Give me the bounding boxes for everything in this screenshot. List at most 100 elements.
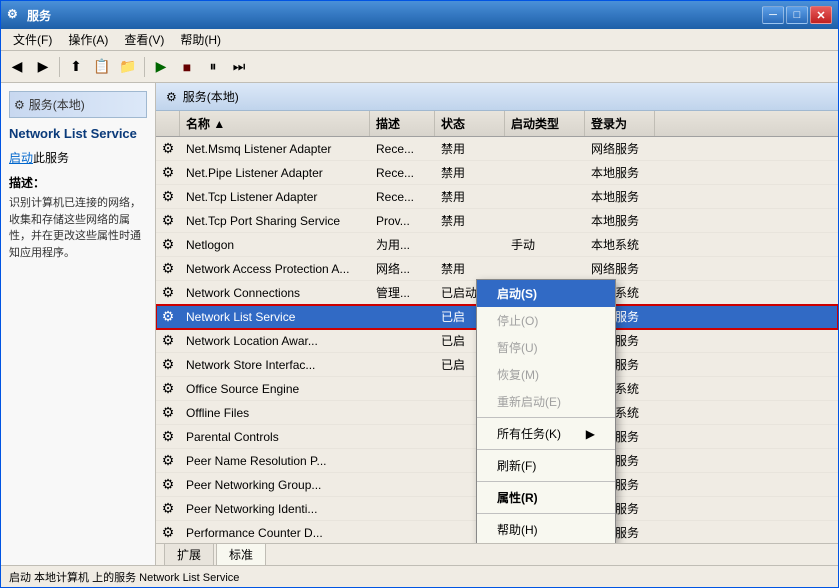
row-name: Peer Networking Identi... — [180, 497, 370, 520]
context-menu-all-tasks[interactable]: 所有任务(K) ▶ — [477, 420, 615, 447]
col-name[interactable]: 名称 ▲ — [180, 111, 370, 136]
menu-help[interactable]: 帮助(H) — [172, 29, 229, 50]
row-logon: 本地服务 — [585, 209, 655, 232]
services-table[interactable]: 名称 ▲ 描述 状态 启动类型 登录为 ⚙ Net.Msmq Listener … — [156, 111, 838, 543]
col-startup[interactable]: 启动类型 — [505, 111, 585, 136]
restart-button[interactable]: ⏭ — [227, 55, 251, 79]
table-row[interactable]: ⚙ Net.Tcp Port Sharing Service Prov... 禁… — [156, 209, 838, 233]
tab-standard[interactable]: 标准 — [216, 543, 266, 565]
context-menu-stop[interactable]: 停止(O) — [477, 307, 615, 334]
window-controls: ─ □ ✕ — [762, 6, 832, 24]
row-desc: Rece... — [370, 161, 435, 184]
col-logon[interactable]: 登录为 — [585, 111, 655, 136]
row-name: Peer Name Resolution P... — [180, 449, 370, 472]
folder-button[interactable]: 📁 — [116, 55, 140, 79]
row-desc — [370, 353, 435, 376]
title-bar: ⚙ 服务 ─ □ ✕ — [1, 1, 838, 29]
row-logon: 本地服务 — [585, 185, 655, 208]
row-name: Office Source Engine — [180, 377, 370, 400]
table-header: 名称 ▲ 描述 状态 启动类型 登录为 — [156, 111, 838, 137]
forward-button[interactable]: ▶ — [31, 55, 55, 79]
description-label: 描述： — [9, 174, 147, 191]
row-name: Netlogon — [180, 233, 370, 256]
row-name: Net.Tcp Listener Adapter — [180, 185, 370, 208]
row-status: 禁用 — [435, 185, 505, 208]
context-menu-help[interactable]: 帮助(H) — [477, 516, 615, 543]
table-row[interactable]: ⚙ Net.Msmq Listener Adapter Rece... 禁用 网… — [156, 137, 838, 161]
row-icon: ⚙ — [156, 185, 180, 208]
table-row[interactable]: ⚙ Network Access Protection A... 网络... 禁… — [156, 257, 838, 281]
menu-action[interactable]: 操作(A) — [60, 29, 116, 50]
show-hide-button[interactable]: 📋 — [90, 55, 114, 79]
context-menu-refresh[interactable]: 刷新(F) — [477, 452, 615, 479]
col-icon — [156, 111, 180, 136]
gear-icon-right: ⚙ — [166, 90, 177, 104]
table-row[interactable]: ⚙ Net.Pipe Listener Adapter Rece... 禁用 本… — [156, 161, 838, 185]
row-startup: 手动 — [505, 233, 585, 256]
row-desc — [370, 401, 435, 424]
menu-file[interactable]: 文件(F) — [5, 29, 60, 50]
submenu-arrow-icon: ▶ — [586, 427, 595, 441]
menu-bar: 文件(F) 操作(A) 查看(V) 帮助(H) — [1, 29, 838, 51]
toolbar-sep-2 — [144, 57, 145, 77]
context-menu-properties[interactable]: 属性(R) — [477, 484, 615, 511]
row-status: 禁用 — [435, 257, 505, 280]
row-name: Network Store Interfac... — [180, 353, 370, 376]
context-menu-start[interactable]: 启动(S) — [477, 280, 615, 307]
row-desc — [370, 305, 435, 328]
row-icon: ⚙ — [156, 377, 180, 400]
row-icon: ⚙ — [156, 401, 180, 424]
context-menu-pause[interactable]: 暂停(U) — [477, 334, 615, 361]
row-name: Performance Counter D... — [180, 521, 370, 543]
row-desc: 为用... — [370, 233, 435, 256]
col-status[interactable]: 状态 — [435, 111, 505, 136]
close-button[interactable]: ✕ — [810, 6, 832, 24]
row-startup — [505, 257, 585, 280]
window-title: 服务 — [27, 7, 762, 24]
row-icon: ⚙ — [156, 257, 180, 280]
row-logon: 网络服务 — [585, 257, 655, 280]
minimize-button[interactable]: ─ — [762, 6, 784, 24]
row-startup — [505, 209, 585, 232]
row-desc: Prov... — [370, 209, 435, 232]
row-icon: ⚙ — [156, 233, 180, 256]
col-desc[interactable]: 描述 — [370, 111, 435, 136]
row-desc: Rece... — [370, 137, 435, 160]
back-button[interactable]: ◀ — [5, 55, 29, 79]
row-icon: ⚙ — [156, 209, 180, 232]
row-startup — [505, 161, 585, 184]
row-name: Peer Networking Group... — [180, 473, 370, 496]
row-desc — [370, 377, 435, 400]
row-status: 禁用 — [435, 161, 505, 184]
left-panel: ⚙ 服务(本地) Network List Service 启动此服务 描述： … — [1, 83, 156, 565]
row-name: Net.Msmq Listener Adapter — [180, 137, 370, 160]
row-desc — [370, 473, 435, 496]
context-menu-resume[interactable]: 恢复(M) — [477, 361, 615, 388]
menu-view[interactable]: 查看(V) — [116, 29, 172, 50]
row-name: Net.Tcp Port Sharing Service — [180, 209, 370, 232]
row-logon: 网络服务 — [585, 137, 655, 160]
row-status: 禁用 — [435, 209, 505, 232]
right-panel-title: 服务(本地) — [183, 88, 239, 105]
start-service-link[interactable]: 启动 — [9, 151, 33, 165]
row-desc — [370, 449, 435, 472]
play-button[interactable]: ▶ — [149, 55, 173, 79]
window-icon: ⚙ — [7, 7, 23, 23]
description-text: 识别计算机已连接的网络，收集和存储这些网络的属性，并在更改这些属性时通知应用程序… — [9, 195, 147, 261]
stop-button[interactable]: ■ — [175, 55, 199, 79]
table-row[interactable]: ⚙ Net.Tcp Listener Adapter Rece... 禁用 本地… — [156, 185, 838, 209]
row-icon: ⚙ — [156, 521, 180, 543]
row-icon: ⚙ — [156, 161, 180, 184]
main-content: ⚙ 服务(本地) Network List Service 启动此服务 描述： … — [1, 83, 838, 565]
table-row[interactable]: ⚙ Netlogon 为用... 手动 本地系统 — [156, 233, 838, 257]
row-status — [435, 233, 505, 256]
toolbar-sep-1 — [59, 57, 60, 77]
tab-extended[interactable]: 扩展 — [164, 543, 214, 565]
row-name: Offline Files — [180, 401, 370, 424]
context-menu: 启动(S) 停止(O) 暂停(U) 恢复(M) 重新启动(E) 所有任务(K) … — [476, 279, 616, 543]
pause-button[interactable]: ⏸ — [201, 55, 225, 79]
up-button[interactable]: ⬆ — [64, 55, 88, 79]
maximize-button[interactable]: □ — [786, 6, 808, 24]
context-menu-restart[interactable]: 重新启动(E) — [477, 388, 615, 415]
row-desc — [370, 497, 435, 520]
